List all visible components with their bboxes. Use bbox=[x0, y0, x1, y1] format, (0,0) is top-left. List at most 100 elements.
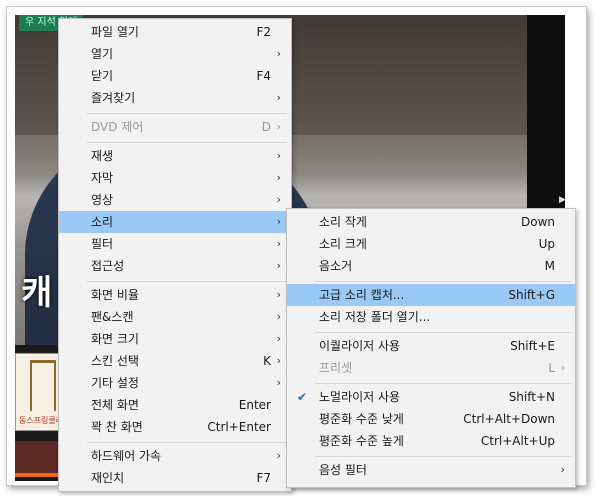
menu-separator bbox=[87, 113, 287, 114]
menu-item-label: 스킨 선택 bbox=[91, 354, 139, 368]
chevron-right-icon: › bbox=[276, 449, 281, 462]
menu-item-label: 프리셋 bbox=[319, 361, 353, 375]
menu-item-label: 소리 bbox=[91, 215, 114, 229]
menu-item-preset[interactable]: 프리셋 L › bbox=[287, 357, 575, 379]
menu-item-reopen[interactable]: 재인치 F7 bbox=[59, 467, 291, 489]
menu-item-fit-screen[interactable]: 꽉 찬 화면 Ctrl+Enter bbox=[59, 416, 291, 438]
chevron-right-icon: › bbox=[276, 171, 281, 184]
menu-item-shortcut: Up bbox=[538, 237, 555, 251]
menu-item-label: 이퀄라이저 사용 bbox=[319, 339, 401, 353]
menu-item-label: 재생 bbox=[91, 149, 114, 163]
menu-item-shortcut: Shift+G bbox=[508, 288, 555, 302]
menu-item-label: 화면 크기 bbox=[91, 332, 139, 346]
menu-item-label: 음성 필터 bbox=[319, 463, 367, 477]
chevron-right-icon: › bbox=[276, 376, 281, 389]
chevron-right-icon: › bbox=[276, 149, 281, 162]
menu-item-label: 소리 저장 폴더 열기... bbox=[319, 310, 431, 324]
checkmark-icon: ✔ bbox=[297, 390, 308, 404]
menu-item-label: 평준화 수준 낮게 bbox=[319, 412, 404, 426]
menu-item-filter[interactable]: 필터 › bbox=[59, 233, 291, 255]
chevron-right-icon: › bbox=[276, 259, 281, 272]
sound-submenu: 소리 작게 Down 소리 크게 Up 음소거 M 고급 소리 캡처... Shift+… bbox=[286, 208, 576, 488]
menu-item-dvd-control[interactable]: DVD 제어 D › bbox=[59, 116, 291, 138]
menu-item-shortcut: Shift+N bbox=[508, 390, 555, 404]
menu-separator bbox=[315, 383, 571, 384]
chevron-right-icon: › bbox=[276, 332, 281, 345]
menu-item-aspect-ratio[interactable]: 화면 비율 › bbox=[59, 284, 291, 306]
menu-item-favorites[interactable]: 즐겨찾기 › bbox=[59, 87, 291, 109]
menu-item-open-file[interactable]: 파일 열기 F2 bbox=[59, 21, 291, 43]
chevron-right-icon: › bbox=[276, 47, 281, 60]
menu-item-normalize-low[interactable]: 평준화 수준 낮게 Ctrl+Alt+Down bbox=[287, 408, 575, 430]
menu-item-label: 영상 bbox=[91, 193, 114, 207]
menu-item-advanced-sound-capture[interactable]: 고급 소리 캡처... Shift+G bbox=[287, 284, 575, 306]
menu-item-shortcut: Ctrl+Alt+Down bbox=[463, 412, 555, 426]
menu-separator bbox=[87, 142, 287, 143]
panel-toggle-icon[interactable]: ▶ bbox=[559, 195, 566, 205]
menu-item-equalizer[interactable]: 이퀄라이저 사용 Shift+E bbox=[287, 335, 575, 357]
menu-item-fullscreen[interactable]: 전체 화면 Enter bbox=[59, 394, 291, 416]
menu-item-shortcut: L bbox=[548, 361, 555, 375]
menu-item-shortcut: F4 bbox=[256, 69, 271, 83]
menu-item-skin-select[interactable]: 스킨 선택 K › bbox=[59, 350, 291, 372]
menu-item-label: 고급 소리 캡처... bbox=[319, 288, 405, 302]
menu-item-label: 파일 열기 bbox=[91, 25, 139, 39]
chevron-right-icon: › bbox=[276, 91, 281, 104]
menu-item-label: 화면 비율 bbox=[91, 288, 139, 302]
menu-item-shortcut: M bbox=[544, 259, 555, 273]
menu-item-voice-filter[interactable]: 음성 필터 › bbox=[287, 459, 575, 481]
menu-item-label: 소리 크게 bbox=[319, 237, 367, 251]
menu-item-hardware-acceleration[interactable]: 하드웨어 가속 › bbox=[59, 445, 291, 467]
menu-item-shortcut: Shift+E bbox=[510, 339, 555, 353]
menu-item-pan-scan[interactable]: 팬&스캔 › bbox=[59, 306, 291, 328]
menu-item-shortcut: Ctrl+Enter bbox=[207, 420, 271, 434]
menu-item-label: 접근성 bbox=[91, 259, 125, 273]
menu-item-mute[interactable]: 음소거 M bbox=[287, 255, 575, 277]
menu-item-label: 열기 bbox=[91, 47, 114, 61]
menu-item-other-settings[interactable]: 기타 설정 › bbox=[59, 372, 291, 394]
menu-item-subtitles[interactable]: 자막 › bbox=[59, 167, 291, 189]
menu-item-screen-size[interactable]: 화면 크기 › bbox=[59, 328, 291, 350]
menu-item-label: 소리 작게 bbox=[319, 215, 367, 229]
chevron-right-icon: › bbox=[276, 288, 281, 301]
menu-item-shortcut: K bbox=[263, 354, 271, 368]
chevron-right-icon: › bbox=[276, 215, 281, 228]
menu-item-playback[interactable]: 재생 › bbox=[59, 145, 291, 167]
menu-item-accessibility[interactable]: 접근성 › bbox=[59, 255, 291, 277]
menu-item-volume-down[interactable]: 소리 작게 Down bbox=[287, 211, 575, 233]
menu-item-label: 평준화 수준 높게 bbox=[319, 434, 404, 448]
menu-item-close[interactable]: 닫기 F4 bbox=[59, 65, 291, 87]
menu-item-normalize-high[interactable]: 평준화 수준 높게 Ctrl+Alt+Up bbox=[287, 430, 575, 452]
chevron-right-icon: › bbox=[560, 463, 565, 476]
menu-item-shortcut: Down bbox=[520, 215, 555, 229]
menu-separator bbox=[315, 456, 571, 457]
menu-item-label: 음소거 bbox=[319, 259, 353, 273]
menu-item-shortcut: F7 bbox=[256, 471, 271, 485]
menu-item-label: 전체 화면 bbox=[91, 398, 139, 412]
menu-item-label: 하드웨어 가속 bbox=[91, 449, 162, 463]
menu-separator bbox=[315, 332, 571, 333]
menu-item-label: 닫기 bbox=[91, 69, 114, 83]
menu-item-label: 노멀라이저 사용 bbox=[319, 390, 401, 404]
menu-item-open-sound-folder[interactable]: 소리 저장 폴더 열기... bbox=[287, 306, 575, 328]
menu-item-shortcut: D bbox=[261, 120, 271, 134]
menu-item-normalizer[interactable]: ✔ 노멀라이저 사용 Shift+N bbox=[287, 386, 575, 408]
menu-item-label: 기타 설정 bbox=[91, 376, 139, 390]
menu-item-label: 즐겨찾기 bbox=[91, 91, 136, 105]
menu-item-label: 팬&스캔 bbox=[91, 310, 134, 324]
menu-item-shortcut: Ctrl+Alt+Up bbox=[480, 434, 555, 448]
menu-item-volume-up[interactable]: 소리 크게 Up bbox=[287, 233, 575, 255]
menu-item-label: 필터 bbox=[91, 237, 114, 251]
chevron-right-icon: › bbox=[560, 361, 565, 374]
chevron-right-icon: › bbox=[276, 310, 281, 323]
tripod-image bbox=[30, 360, 56, 411]
video-caption: 캐 bbox=[21, 273, 53, 313]
context-menu: 파일 열기 F2 열기 › 닫기 F4 즐겨찾기 › DVD 제어 D › 재생 › 자막 › … bbox=[58, 18, 292, 492]
menu-separator bbox=[87, 442, 287, 443]
menu-item-open[interactable]: 열기 › bbox=[59, 43, 291, 65]
chevron-right-icon: › bbox=[276, 120, 281, 133]
menu-item-video[interactable]: 영상 › bbox=[59, 189, 291, 211]
menu-item-shortcut: F2 bbox=[256, 25, 271, 39]
menu-item-label: 자막 bbox=[91, 171, 114, 185]
menu-item-sound[interactable]: 소리 › bbox=[59, 211, 291, 233]
